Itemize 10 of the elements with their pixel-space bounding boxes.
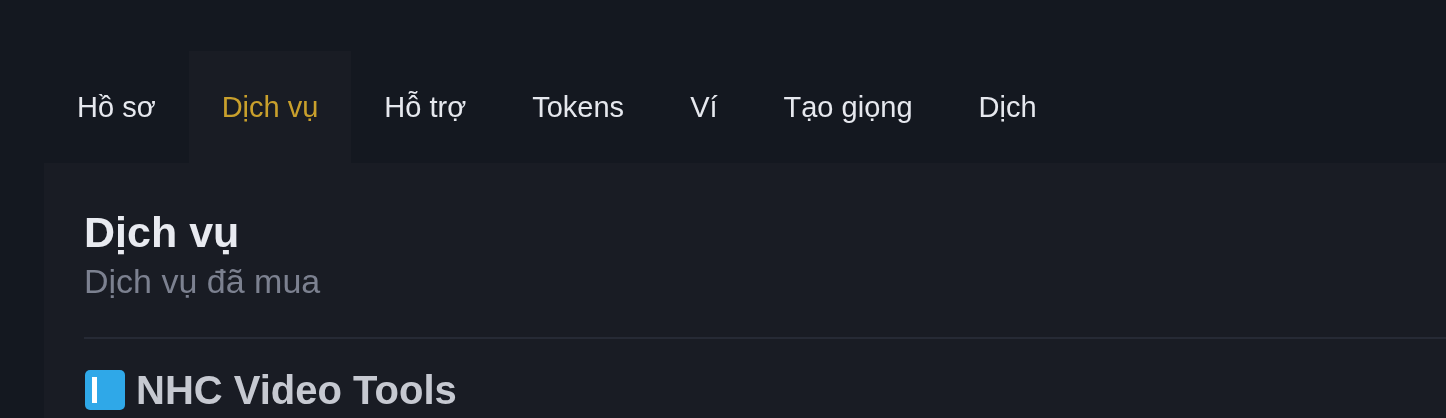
page-title: Dịch vụ <box>84 207 241 258</box>
tab[interactable]: Tạo giọng <box>750 51 946 163</box>
tab[interactable]: Dịch <box>945 51 1070 163</box>
tab[interactable]: Tokens <box>499 51 658 163</box>
tab[interactable]: Ví <box>657 51 751 163</box>
tab[interactable]: Dịch vụ <box>188 51 352 163</box>
tab[interactable]: Hồ sơ <box>44 51 189 163</box>
page-subtitle: Dịch vụ đã mua <box>84 260 322 302</box>
tab[interactable]: Hỗ trợ <box>351 51 500 163</box>
section-title: NHC Video Tools <box>136 369 457 410</box>
